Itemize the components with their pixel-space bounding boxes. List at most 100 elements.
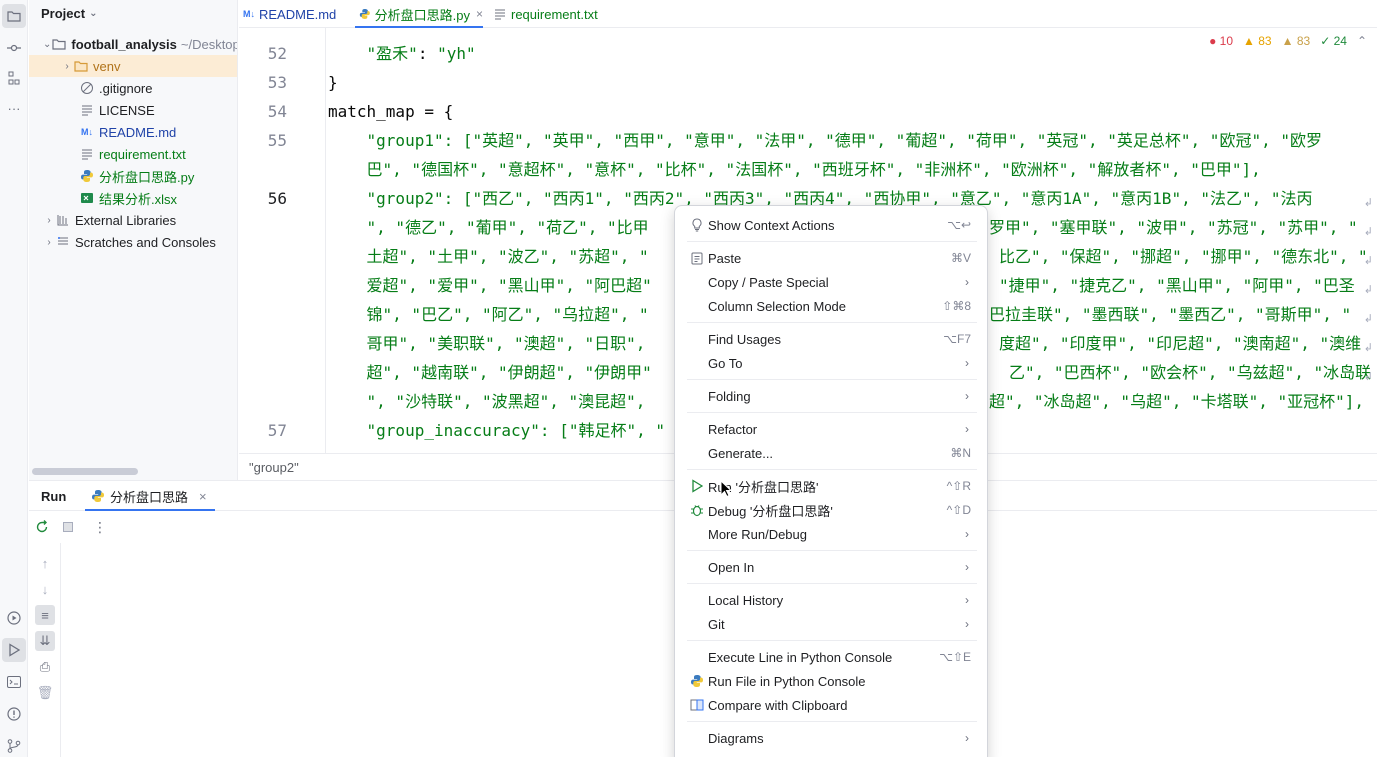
stop-icon (63, 522, 73, 532)
run-config-tab[interactable]: 分析盘口思路 × (85, 481, 215, 511)
menu-item-show-context-actions[interactable]: Show Context Actions ⌥↩ (681, 213, 981, 237)
menu-item-local-history[interactable]: Local History › (681, 588, 981, 612)
stop-button[interactable] (58, 517, 78, 537)
editor-tab-bar: M↓ README.md 分析盘口思路.py × requirement.txt (239, 0, 1377, 28)
services-tool-button[interactable] (2, 606, 26, 630)
error-count-value: 10 (1219, 34, 1234, 48)
menu-item-label: Paste (708, 250, 742, 266)
project-view-selector[interactable]: Project ⌄ (41, 6, 97, 21)
tree-item-scratches[interactable]: › Scratches and Consoles (29, 231, 237, 253)
close-icon[interactable]: × (476, 7, 483, 21)
line-number: 53 (267, 73, 287, 92)
tree-item-football-analysis[interactable]: ⌄ football_analysis ~/Desktop (29, 33, 237, 55)
soft-wrap-icon: ↲ (1363, 313, 1373, 325)
git-branch-icon (7, 739, 21, 753)
line-number: 56 (267, 189, 287, 208)
chevron-right-icon: › (965, 593, 969, 607)
git-tool-button[interactable] (2, 734, 26, 757)
spreadsheet-icon (79, 190, 95, 206)
problems-tool-button[interactable] (2, 702, 26, 726)
menu-item-debug[interactable]: Debug '分析盘口思路' ^⇧D (681, 498, 981, 522)
tab-requirement[interactable]: requirement.txt (493, 0, 613, 28)
rerun-button[interactable] (32, 517, 52, 537)
project-tool-button[interactable] (2, 4, 26, 28)
error-count[interactable]: ● 10 (1209, 34, 1233, 48)
tree-item-readme[interactable]: M↓ README.md (29, 121, 237, 143)
menu-item-folding[interactable]: Folding › (681, 384, 981, 408)
clear-button[interactable]: 🗑 (35, 683, 55, 703)
tab-readme[interactable]: M↓ README.md (243, 0, 348, 28)
inspection-widget[interactable]: ● 10 ▲ 83 ▲ 83 ✓ 24 ⌃ (1209, 34, 1367, 48)
commit-tool-button[interactable] (2, 36, 26, 60)
warning-count[interactable]: ▲ 83 (1243, 34, 1272, 48)
terminal-tool-button[interactable] (2, 670, 26, 694)
menu-separator (687, 241, 977, 242)
menu-item-run-file-in-console[interactable]: Run File in Python Console (681, 669, 981, 693)
soft-wrap-icon: ↲ (1363, 226, 1373, 238)
menu-item-label: Open In (708, 559, 755, 575)
string-token: "group2" (366, 189, 444, 208)
menu-separator (687, 583, 977, 584)
print-button[interactable]: ⎙ (35, 657, 55, 677)
tree-item-external-libraries[interactable]: › External Libraries (29, 209, 237, 231)
breadcrumb-item[interactable]: "group2" (249, 460, 299, 475)
menu-item-paste[interactable]: Paste ⌘V (681, 246, 981, 270)
python-icon (687, 674, 707, 688)
kebab-menu-icon: ⋮ (93, 518, 107, 535)
chevron-right-icon[interactable]: › (43, 215, 55, 226)
menu-shortcut: ⇧⌘8 (942, 299, 971, 313)
menu-item-open-in[interactable]: Open In › (681, 555, 981, 579)
more-tools-button[interactable]: ··· (2, 96, 26, 120)
weak-warning-count[interactable]: ▲ 83 (1282, 34, 1311, 48)
menu-item-find-usages[interactable]: Find Usages ⌥F7 (681, 327, 981, 351)
menu-item-refactor[interactable]: Refactor › (681, 417, 981, 441)
menu-item-label: Column Selection Mode (708, 298, 847, 314)
code-line-fragment: 罗甲", "塞甲联", "波甲", "苏冠", "苏甲", " (989, 218, 1358, 237)
scroll-down-button[interactable]: ↓ (35, 579, 55, 599)
tree-item-license[interactable]: LICENSE (29, 99, 237, 121)
more-options-button[interactable]: ⋮ (90, 517, 110, 537)
soft-wrap-button[interactable]: ≡ (35, 605, 55, 625)
menu-item-column-selection-mode[interactable]: Column Selection Mode ⇧⌘8 (681, 294, 981, 318)
menu-item-compare-clipboard[interactable]: Compare with Clipboard (681, 693, 981, 717)
text-file-icon (79, 146, 95, 162)
tree-item-gitignore[interactable]: .gitignore (29, 77, 237, 99)
chevron-up-icon[interactable]: ⌃ (1357, 34, 1367, 48)
tree-item-venv[interactable]: › venv (29, 55, 237, 77)
menu-item-copy-paste-special[interactable]: Copy / Paste Special › (681, 270, 981, 294)
bug-icon (687, 503, 707, 517)
tree-label: README.md (99, 124, 177, 140)
menu-item-generate[interactable]: Generate... ⌘N (681, 441, 981, 465)
compare-icon (687, 698, 707, 712)
chevron-right-icon[interactable]: › (61, 61, 73, 72)
tab-python-file[interactable]: 分析盘口思路.py × (355, 0, 483, 28)
close-icon[interactable]: × (199, 489, 207, 504)
structure-tool-button[interactable] (2, 66, 26, 90)
tree-item-xlsx[interactable]: 结果分析.xlsx (29, 187, 237, 209)
run-tool-button[interactable] (2, 638, 26, 662)
chevron-right-icon[interactable]: › (43, 237, 55, 248)
chevron-right-icon: › (965, 389, 969, 403)
tree-item-requirement[interactable]: requirement.txt (29, 143, 237, 165)
tree-item-python-file[interactable]: 分析盘口思路.py (29, 165, 237, 187)
menu-item-label: Execute Line in Python Console (708, 649, 893, 665)
menu-item-label: Debug '分析盘口思路' (708, 503, 833, 519)
code-line: 锦", "巴乙", "阿乙", "乌拉超", " (328, 305, 649, 324)
menu-item-execute-line[interactable]: Execute Line in Python Console ⌥⇧E (681, 645, 981, 669)
menu-item-label: Find Usages (708, 331, 781, 347)
typo-count[interactable]: ✓ 24 (1320, 34, 1347, 48)
menu-separator (687, 721, 977, 722)
chevron-right-icon: › (965, 422, 969, 436)
arrow-down-icon: ↓ (41, 581, 49, 597)
menu-item-git[interactable]: Git › (681, 612, 981, 636)
soft-wrap-icon: ↲ (1363, 371, 1373, 383)
menu-item-diagrams[interactable]: Diagrams › (681, 726, 981, 750)
scroll-up-button[interactable]: ↑ (35, 553, 55, 573)
chevron-down-icon[interactable]: ⌄ (43, 39, 51, 50)
menu-item-more-run-debug[interactable]: More Run/Debug › (681, 522, 981, 546)
menu-item-go-to[interactable]: Go To › (681, 351, 981, 375)
scroll-to-end-button[interactable]: ⇊ (35, 631, 55, 651)
horizontal-scrollbar[interactable] (32, 468, 138, 475)
tool-window-strip: ··· (0, 0, 28, 757)
menu-separator (687, 640, 977, 641)
